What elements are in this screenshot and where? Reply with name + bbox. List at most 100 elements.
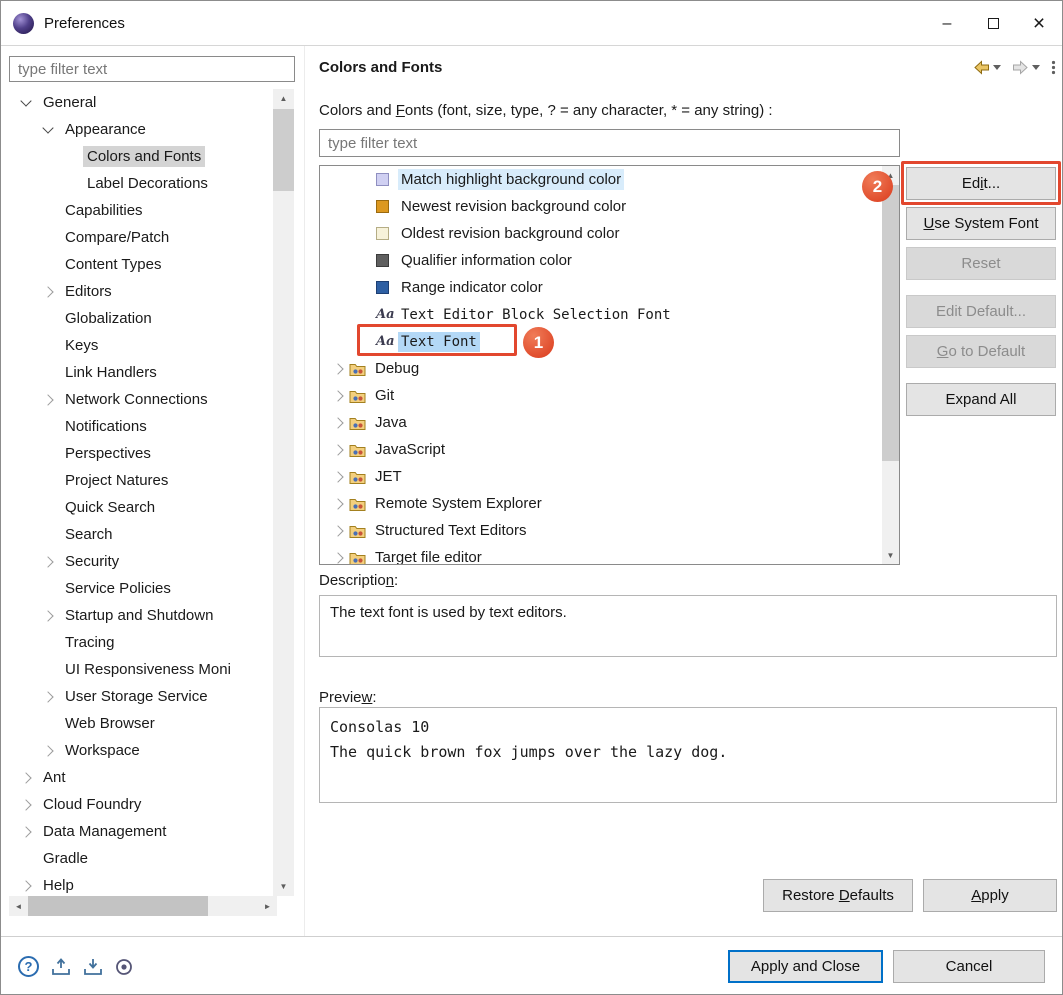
chevron-right-icon[interactable] [37,743,61,759]
sidebar-item-startup-and-shutdown[interactable]: Startup and Shutdown [1,602,273,629]
back-history-dropdown-icon[interactable] [993,65,1001,71]
sidebar-item-compare-patch[interactable]: Compare/Patch [1,224,273,251]
list-item-oldest-revision-background-color[interactable]: Oldest revision background color [320,220,882,247]
sidebar-item-tracing[interactable]: Tracing [1,629,273,656]
minimize-icon: – [943,15,952,33]
sidebar-item-label-decorations[interactable]: Label Decorations [1,170,273,197]
list-item-target-file-editor[interactable]: Target file editor [320,544,882,565]
scroll-right-icon[interactable]: ► [258,896,277,916]
chevron-right-icon[interactable] [331,415,347,431]
chevron-right-icon[interactable] [331,361,347,377]
scroll-down-icon[interactable]: ▼ [882,546,899,564]
preview-label: Preview: [319,689,377,706]
list-item-javascript[interactable]: JavaScript [320,436,882,463]
sidebar-item-perspectives[interactable]: Perspectives [1,440,273,467]
list-item-qualifier-information-color[interactable]: Qualifier information color [320,247,882,274]
sidebar-item-service-policies[interactable]: Service Policies [1,575,273,602]
chevron-right-icon[interactable] [331,469,347,485]
sidebar-item-quick-search[interactable]: Quick Search [1,494,273,521]
maximize-button[interactable] [970,1,1016,46]
apply-and-close-button[interactable]: Apply and Close [728,950,883,983]
scrollbar-thumb[interactable] [882,185,899,461]
category-folder-icon [349,551,366,565]
sidebar-item-ant[interactable]: Ant [1,764,273,791]
chevron-right-icon[interactable] [37,284,61,300]
apply-button[interactable]: Apply [923,879,1057,912]
list-item-debug[interactable]: Debug [320,355,882,382]
scrollbar-thumb[interactable] [273,109,294,191]
cancel-button[interactable]: Cancel [893,950,1045,983]
sidebar-item-cloud-foundry[interactable]: Cloud Foundry [1,791,273,818]
chevron-right-icon[interactable] [15,824,39,840]
maximize-icon [988,18,999,29]
list-item-remote-system-explorer[interactable]: Remote System Explorer [320,490,882,517]
sidebar-item-project-natures[interactable]: Project Natures [1,467,273,494]
sidebar-item-notifications[interactable]: Notifications [1,413,273,440]
tree-item-label: Gradle [39,848,92,869]
fonts-filter-input[interactable] [319,129,900,157]
restore-defaults-button[interactable]: Restore Defaults [763,879,913,912]
chevron-right-icon[interactable] [331,388,347,404]
sidebar-item-capabilities[interactable]: Capabilities [1,197,273,224]
chevron-right-icon[interactable] [37,392,61,408]
chevron-right-icon[interactable] [331,496,347,512]
chevron-right-icon[interactable] [15,797,39,813]
sidebar-item-link-handlers[interactable]: Link Handlers [1,359,273,386]
tree-horizontal-scrollbar[interactable]: ◄ ► [9,896,277,916]
list-vertical-scrollbar[interactable]: ▲ ▼ [882,166,899,564]
list-item-structured-text-editors[interactable]: Structured Text Editors [320,517,882,544]
sidebar-item-security[interactable]: Security [1,548,273,575]
sidebar-item-content-types[interactable]: Content Types [1,251,273,278]
use-system-font-button[interactable]: Use System Font [906,207,1056,240]
preference-recorder-icon[interactable] [115,958,133,976]
sidebar-item-user-storage-service[interactable]: User Storage Service [1,683,273,710]
view-menu-icon[interactable] [1051,60,1056,75]
chevron-down-icon[interactable] [37,122,61,138]
sidebar-item-network-connections[interactable]: Network Connections [1,386,273,413]
list-item-range-indicator-color[interactable]: Range indicator color [320,274,882,301]
sidebar-item-colors-and-fonts[interactable]: Colors and Fonts [1,143,273,170]
chevron-right-icon[interactable] [37,554,61,570]
scroll-down-icon[interactable]: ▼ [273,877,294,896]
chevron-right-icon[interactable] [15,878,39,894]
tree-vertical-scrollbar[interactable]: ▲ ▼ [273,89,294,896]
back-button[interactable] [973,60,990,75]
forward-history-dropdown-icon[interactable] [1032,65,1040,71]
sidebar-item-web-browser[interactable]: Web Browser [1,710,273,737]
list-item-match-highlight-background-color[interactable]: Match highlight background color [320,166,882,193]
chevron-spacer [37,338,61,354]
scroll-up-icon[interactable]: ▲ [273,89,294,108]
expand-all-button[interactable]: Expand All [906,383,1056,416]
sidebar-item-data-management[interactable]: Data Management [1,818,273,845]
minimize-button[interactable]: – [924,1,970,46]
sidebar-item-workspace[interactable]: Workspace [1,737,273,764]
import-preferences-icon[interactable] [83,958,103,976]
close-button[interactable]: × [1016,1,1062,46]
sidebar-item-appearance[interactable]: Appearance [1,116,273,143]
scroll-left-icon[interactable]: ◄ [9,896,28,916]
chevron-right-icon[interactable] [37,689,61,705]
sidebar-item-gradle[interactable]: Gradle [1,845,273,872]
chevron-right-icon[interactable] [331,442,347,458]
list-item-git[interactable]: Git [320,382,882,409]
sidebar-item-general[interactable]: General [1,89,273,116]
sidebar-item-editors[interactable]: Editors [1,278,273,305]
scrollbar-thumb[interactable] [28,896,208,916]
forward-button[interactable] [1012,60,1029,75]
chevron-down-icon[interactable] [15,95,39,111]
sidebar-item-ui-responsiveness-moni[interactable]: UI Responsiveness Moni [1,656,273,683]
export-preferences-icon[interactable] [51,958,71,976]
chevron-right-icon[interactable] [37,608,61,624]
chevron-right-icon[interactable] [331,523,347,539]
list-item-newest-revision-background-color[interactable]: Newest revision background color [320,193,882,220]
chevron-right-icon[interactable] [15,770,39,786]
sidebar-item-globalization[interactable]: Globalization [1,305,273,332]
sidebar-item-help[interactable]: Help [1,872,273,896]
chevron-right-icon[interactable] [331,550,347,566]
sidebar-item-search[interactable]: Search [1,521,273,548]
tree-filter-input[interactable] [9,56,295,82]
list-item-java[interactable]: Java [320,409,882,436]
sidebar-item-keys[interactable]: Keys [1,332,273,359]
help-icon[interactable]: ? [18,956,39,977]
list-item-jet[interactable]: JET [320,463,882,490]
